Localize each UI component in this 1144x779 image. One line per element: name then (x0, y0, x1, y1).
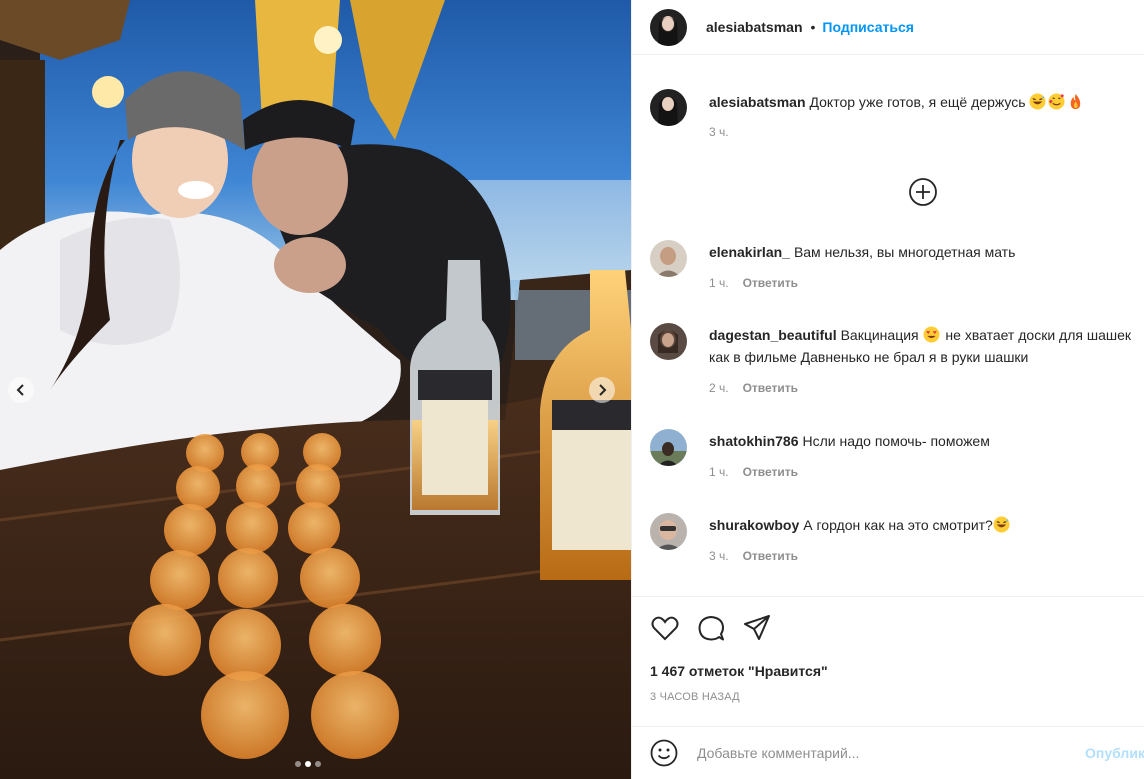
carousel-dot (295, 761, 301, 767)
carousel-dot-active (305, 761, 311, 767)
comment-username[interactable]: dagestan_beautiful (709, 327, 837, 343)
add-comment-bar: Опубликовать (632, 726, 1144, 779)
chevron-left-icon (16, 384, 24, 396)
separator-dot: • (810, 19, 816, 35)
comment-input[interactable] (697, 738, 1057, 768)
author-username[interactable]: alesiabatsman (706, 19, 803, 35)
load-more-icon[interactable] (908, 177, 938, 207)
reply-button[interactable]: Ответить (743, 549, 798, 563)
comment-text: Вам нельзя, вы многодетная мать (793, 244, 1016, 260)
comment-avatar[interactable] (650, 429, 687, 466)
comment-item: elenakirlan_ Вам нельзя, вы многодетная м… (650, 240, 1140, 290)
comment-item: shurakowboy А гордон как на это смотрит? … (650, 513, 1140, 563)
comment-text: Нсли надо помочь- поможем (802, 433, 990, 449)
comment-text: А гордон как на это смотрит? (803, 517, 993, 533)
comment-item: shatokhin786 Нсли надо помочь- поможем 1 … (650, 429, 1140, 479)
post-header: alesiabatsman • Подписаться (632, 0, 1144, 55)
comment-text-before: Вакцинация (840, 327, 919, 343)
post-comment-button[interactable]: Опубликовать (1085, 745, 1144, 761)
comment-item: dagestan_beautiful Вакцинация не хватает … (650, 323, 1140, 395)
author-avatar[interactable] (650, 8, 687, 46)
post-side-panel: alesiabatsman • Подписаться alesiabatsma… (631, 0, 1144, 779)
chevron-right-icon (599, 384, 607, 396)
comment-username[interactable]: shurakowboy (709, 517, 799, 533)
reply-button[interactable]: Ответить (743, 276, 798, 290)
fire-emoji (1071, 93, 1081, 110)
post-photo[interactable] (0, 0, 631, 779)
carousel-next-button[interactable] (589, 377, 615, 403)
emoji-icon[interactable] (650, 739, 678, 767)
caption-text: Доктор уже готов, я ещё держусь (809, 94, 1026, 110)
carousel-prev-button[interactable] (8, 377, 34, 403)
share-icon[interactable] (742, 613, 772, 643)
action-icons (650, 613, 772, 643)
likes-count[interactable]: 1 467 отметок "Нравится" (650, 663, 828, 679)
caption-username[interactable]: alesiabatsman (709, 94, 806, 110)
smiling-hearts-emoji (1048, 93, 1065, 110)
post-actions: 1 467 отметок "Нравится" 3 ЧАСОВ НАЗАД (632, 596, 1144, 726)
reply-button[interactable]: Ответить (743, 465, 798, 479)
photo-scene (0, 0, 631, 779)
comment-time[interactable]: 2 ч. (709, 381, 729, 395)
carousel-dots (295, 761, 321, 767)
follow-button[interactable]: Подписаться (822, 19, 914, 35)
grinning-sweat-emoji (1029, 93, 1046, 110)
caption-time[interactable]: 3 ч. (709, 125, 729, 139)
caption-entry: alesiabatsman Доктор уже готов, я ещё дер… (650, 89, 1140, 139)
comment-username[interactable]: shatokhin786 (709, 433, 798, 449)
like-icon[interactable] (650, 613, 680, 643)
post-date[interactable]: 3 ЧАСОВ НАЗАД (650, 691, 740, 703)
caption-avatar[interactable] (650, 89, 687, 126)
comment-username[interactable]: elenakirlan_ (709, 244, 790, 260)
reply-button[interactable]: Ответить (743, 381, 798, 395)
carousel-dot (315, 761, 321, 767)
comment-time[interactable]: 1 ч. (709, 465, 729, 479)
comments-list[interactable]: alesiabatsman Доктор уже готов, я ещё дер… (632, 56, 1144, 596)
comment-avatar[interactable] (650, 240, 687, 277)
comment-avatar[interactable] (650, 513, 687, 550)
post-dialog: alesiabatsman • Подписаться alesiabatsma… (0, 0, 1144, 779)
comment-time[interactable]: 3 ч. (709, 549, 729, 563)
comment-time[interactable]: 1 ч. (709, 276, 729, 290)
heart-eyes-emoji (922, 326, 940, 343)
comment-avatar[interactable] (650, 323, 687, 360)
grinning-sweat-emoji (993, 516, 1010, 533)
comment-icon[interactable] (696, 613, 726, 643)
